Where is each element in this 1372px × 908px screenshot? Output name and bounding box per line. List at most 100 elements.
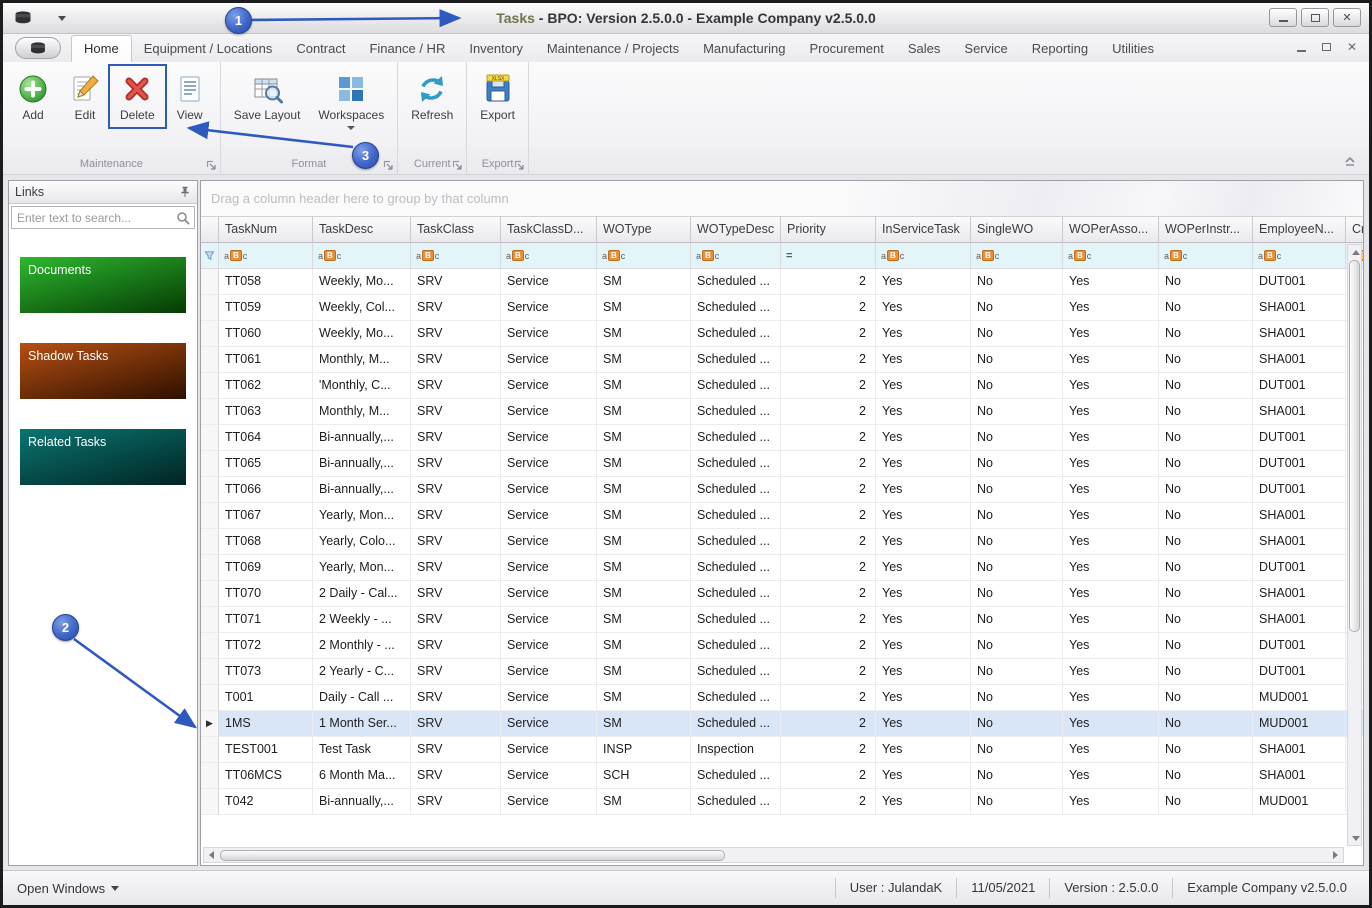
table-row-tt065[interactable]: TT065 Bi-annually,... SRV Service SM Schedule… bbox=[201, 451, 1363, 477]
column-header-tasknum[interactable]: TaskNum bbox=[219, 217, 313, 243]
tab-contract[interactable]: Contract bbox=[284, 36, 357, 62]
sidebar-item-related-tasks[interactable]: Related Tasks bbox=[20, 429, 186, 485]
filter-cell-singlewo[interactable]: aBc bbox=[971, 243, 1063, 269]
mdi-close-icon[interactable]: ✕ bbox=[1347, 41, 1357, 53]
sidebar-item-documents[interactable]: Documents bbox=[20, 257, 186, 313]
table-row-tt061[interactable]: TT061 Monthly, M... SRV Service SM Scheduled … bbox=[201, 347, 1363, 373]
vertical-scroll-thumb[interactable] bbox=[1349, 260, 1360, 632]
export-button[interactable]: XLSX Export bbox=[473, 71, 522, 124]
filter-cell-inservicetask[interactable]: aBc bbox=[876, 243, 971, 269]
tab-sales[interactable]: Sales bbox=[896, 36, 953, 62]
dialog-launcher-icon[interactable] bbox=[206, 160, 217, 171]
table-row-tt063[interactable]: TT063 Monthly, M... SRV Service SM Scheduled … bbox=[201, 399, 1363, 425]
collapse-ribbon-icon[interactable] bbox=[1343, 154, 1357, 166]
table-row-tt073[interactable]: TT073 2 Yearly - C... SRV Service SM Schedule… bbox=[201, 659, 1363, 685]
column-header-woperasso[interactable]: WOPerAsso... bbox=[1063, 217, 1159, 243]
search-input[interactable] bbox=[11, 206, 195, 229]
view-button[interactable]: View bbox=[166, 71, 214, 124]
mdi-minimize-icon[interactable] bbox=[1296, 43, 1306, 52]
tab-procurement[interactable]: Procurement bbox=[797, 36, 895, 62]
add-button[interactable]: Add bbox=[9, 71, 57, 124]
cell-wotype: SM bbox=[597, 451, 691, 477]
filter-cell-woperasso[interactable]: aBc bbox=[1063, 243, 1159, 269]
table-row-tt062[interactable]: TT062 'Monthly, C... SRV Service SM Scheduled… bbox=[201, 373, 1363, 399]
table-row-tt058[interactable]: TT058 Weekly, Mo... SRV Service SM Scheduled … bbox=[201, 269, 1363, 295]
column-header-singlewo[interactable]: SingleWO bbox=[971, 217, 1063, 243]
table-row-test001[interactable]: TEST001 Test Task SRV Service INSP Inspection… bbox=[201, 737, 1363, 763]
dialog-launcher-icon[interactable] bbox=[383, 160, 394, 171]
maximize-button[interactable] bbox=[1301, 8, 1329, 27]
delete-button[interactable]: Delete bbox=[108, 64, 167, 129]
table-row-t001[interactable]: T001 Daily - Call ... SRV Service SM Schedule… bbox=[201, 685, 1363, 711]
table-row-tt064[interactable]: TT064 Bi-annually,... SRV Service SM Schedule… bbox=[201, 425, 1363, 451]
horizontal-scroll-thumb[interactable] bbox=[220, 849, 725, 861]
column-header-wotype[interactable]: WOType bbox=[597, 217, 691, 243]
filter-cell-taskclassd[interactable]: aBc bbox=[501, 243, 597, 269]
edit-button[interactable]: Edit bbox=[61, 71, 109, 124]
tab-service[interactable]: Service bbox=[952, 36, 1019, 62]
table-row-1ms[interactable]: ▶ 1MS 1 Month Ser... SRV Service SM Scheduled … bbox=[201, 711, 1363, 737]
tab-manufacturing[interactable]: Manufacturing bbox=[691, 36, 797, 62]
vertical-scrollbar[interactable] bbox=[1347, 244, 1362, 846]
tab-maintenance-projects[interactable]: Maintenance / Projects bbox=[535, 36, 691, 62]
open-windows-button[interactable]: Open Windows bbox=[17, 881, 120, 896]
scroll-left-icon[interactable] bbox=[204, 848, 219, 862]
filter-cell-tasknum[interactable]: aBc bbox=[219, 243, 313, 269]
filter-cell-wotype[interactable]: aBc bbox=[597, 243, 691, 269]
filter-cell-woperinstr[interactable]: aBc bbox=[1159, 243, 1253, 269]
filter-cell-taskclass[interactable]: aBc bbox=[411, 243, 501, 269]
column-header-woperinstr[interactable]: WOPerInstr... bbox=[1159, 217, 1253, 243]
pin-icon[interactable] bbox=[179, 186, 191, 198]
table-row-tt066[interactable]: TT066 Bi-annually,... SRV Service SM Schedule… bbox=[201, 477, 1363, 503]
close-button[interactable]: ✕ bbox=[1333, 8, 1361, 27]
scroll-right-icon[interactable] bbox=[1328, 848, 1343, 862]
table-row-tt072[interactable]: TT072 2 Monthly - ... SRV Service SM Schedule… bbox=[201, 633, 1363, 659]
dialog-launcher-icon[interactable] bbox=[452, 160, 463, 171]
search-icon[interactable] bbox=[176, 211, 190, 225]
refresh-button[interactable]: Refresh bbox=[404, 71, 460, 124]
filter-cell-priority[interactable]: = bbox=[781, 243, 876, 269]
horizontal-scrollbar[interactable] bbox=[203, 847, 1344, 863]
table-row-tt060[interactable]: TT060 Weekly, Mo... SRV Service SM Scheduled … bbox=[201, 321, 1363, 347]
table-row-tt070[interactable]: TT070 2 Daily - Cal... SRV Service SM Schedul… bbox=[201, 581, 1363, 607]
column-header-wotypedesc[interactable]: WOTypeDesc bbox=[691, 217, 781, 243]
table-row-tt068[interactable]: TT068 Yearly, Colo... SRV Service SM Schedule… bbox=[201, 529, 1363, 555]
scroll-down-icon[interactable] bbox=[1348, 831, 1363, 845]
table-row-tt06mcs[interactable]: TT06MCS 6 Month Ma... SRV Service SCH Schedul… bbox=[201, 763, 1363, 789]
table-row-tt071[interactable]: TT071 2 Weekly - ... SRV Service SM Scheduled… bbox=[201, 607, 1363, 633]
dialog-launcher-icon[interactable] bbox=[514, 160, 525, 171]
scroll-up-icon[interactable] bbox=[1348, 245, 1363, 259]
tab-home[interactable]: Home bbox=[71, 35, 132, 62]
save-layout-button[interactable]: Save Layout bbox=[227, 71, 308, 124]
table-row-tt067[interactable]: TT067 Yearly, Mon... SRV Service SM Scheduled… bbox=[201, 503, 1363, 529]
column-header-taskclass[interactable]: TaskClass bbox=[411, 217, 501, 243]
column-header-cre[interactable]: Cre... bbox=[1346, 217, 1363, 243]
cell-singlewo: No bbox=[971, 295, 1063, 321]
cell-taskclassd: Service bbox=[501, 347, 597, 373]
cell-taskclass: SRV bbox=[411, 503, 501, 529]
sidebar-item-shadow-tasks[interactable]: Shadow Tasks bbox=[20, 343, 186, 399]
filter-cell-employeen[interactable]: aBc bbox=[1253, 243, 1346, 269]
table-row-t042[interactable]: T042 Bi-annually,... SRV Service SM Scheduled… bbox=[201, 789, 1363, 815]
filter-cell-taskdesc[interactable]: aBc bbox=[313, 243, 411, 269]
tab-equipment-locations[interactable]: Equipment / Locations bbox=[132, 36, 285, 62]
group-by-panel[interactable]: Drag a column header here to group by th… bbox=[201, 181, 1363, 217]
filter-cell-wotypedesc[interactable]: aBc bbox=[691, 243, 781, 269]
tab-inventory[interactable]: Inventory bbox=[457, 36, 534, 62]
quick-access-dropdown-icon[interactable] bbox=[58, 15, 66, 21]
application-button[interactable] bbox=[15, 37, 61, 59]
table-row-tt059[interactable]: TT059 Weekly, Col... SRV Service SM Scheduled… bbox=[201, 295, 1363, 321]
table-row-tt069[interactable]: TT069 Yearly, Mon... SRV Service SM Scheduled… bbox=[201, 555, 1363, 581]
workspaces-button[interactable]: Workspaces bbox=[311, 71, 391, 132]
column-header-priority[interactable]: Priority bbox=[781, 217, 876, 243]
column-header-inservicetask[interactable]: InServiceTask bbox=[876, 217, 971, 243]
column-header-taskdesc[interactable]: TaskDesc bbox=[313, 217, 411, 243]
column-header-taskclassd[interactable]: TaskClassD... bbox=[501, 217, 597, 243]
tab-finance-hr[interactable]: Finance / HR bbox=[357, 36, 457, 62]
cell-taskdesc: Monthly, M... bbox=[313, 347, 411, 373]
minimize-button[interactable] bbox=[1269, 8, 1297, 27]
tab-utilities[interactable]: Utilities bbox=[1100, 36, 1166, 62]
tab-reporting[interactable]: Reporting bbox=[1020, 36, 1100, 62]
column-header-employeen[interactable]: EmployeeN... bbox=[1253, 217, 1346, 243]
mdi-restore-icon[interactable] bbox=[1321, 43, 1331, 51]
